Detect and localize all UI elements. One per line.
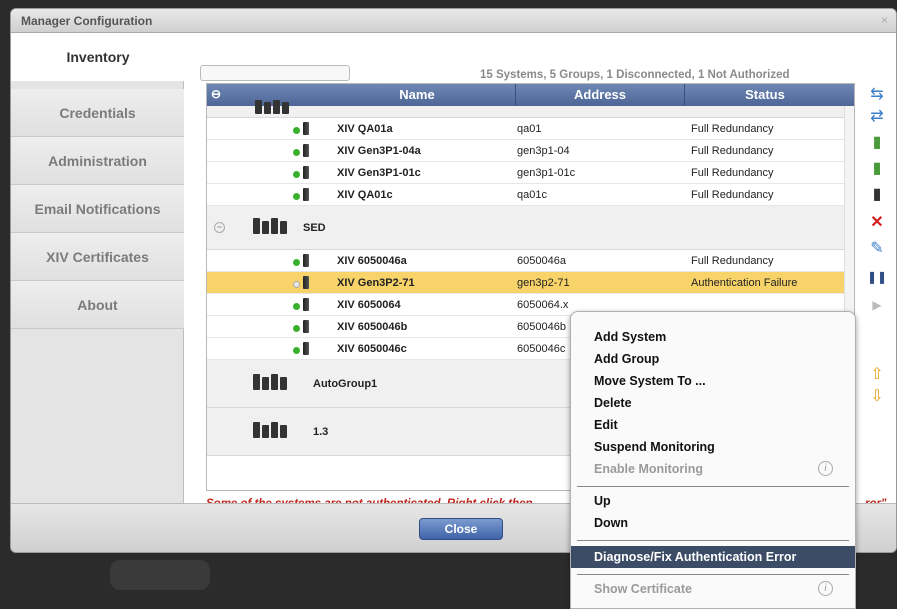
info-icon: i <box>818 581 833 596</box>
group-label: SED <box>303 222 326 234</box>
group-rack-icon <box>253 374 289 390</box>
play-icon: ▶ <box>872 298 882 312</box>
pause-icon[interactable]: ❚❚ <box>866 267 888 287</box>
system-icon <box>303 144 309 157</box>
side-toolbar: ⇆ ⇄ ▮ ▮ ▮ ✕ ✎ ❚❚ ▶ ⇧ ⇩ <box>860 85 894 425</box>
tab-administration[interactable]: Administration <box>11 137 184 185</box>
menu-item-up[interactable]: Up <box>571 490 855 512</box>
system-icon <box>303 254 309 267</box>
group-row-sed[interactable]: − SED <box>207 206 854 250</box>
import-icon[interactable]: ⇆ <box>866 85 888 105</box>
system-icon <box>303 188 309 201</box>
menu-item-suspend-monitoring[interactable]: Suspend Monitoring <box>571 436 855 458</box>
menu-item-add-system[interactable]: Add System <box>571 326 855 348</box>
collapse-all-icon[interactable]: ⊖ <box>211 87 221 101</box>
filter-input[interactable] <box>200 65 350 81</box>
menu-item-add-group[interactable]: Add Group <box>571 348 855 370</box>
status-dot-icon <box>293 259 300 266</box>
tab-inventory[interactable]: Inventory <box>11 33 185 81</box>
column-header-name[interactable]: Name <box>327 87 507 102</box>
status-dot-icon <box>293 127 300 134</box>
status-dot-icon <box>293 347 300 354</box>
menu-item-move-system-to[interactable]: Move System To ... <box>571 370 855 392</box>
column-header-status[interactable]: Status <box>685 87 845 102</box>
tab-xiv-certificates[interactable]: XIV Certificates <box>11 233 184 281</box>
delete-icon[interactable]: ✕ <box>866 213 888 233</box>
move-icon[interactable]: ▮ <box>866 185 888 205</box>
system-icon <box>303 122 309 135</box>
title-bar: Manager Configuration × <box>11 9 896 33</box>
menu-item-down[interactable]: Down <box>571 512 855 534</box>
table-row[interactable]: XIV QA01c qa01c Full Redundancy <box>207 184 854 206</box>
menu-item-diagnose-fix-auth-error[interactable]: Diagnose/Fix Authentication Error <box>571 546 855 568</box>
column-header-address[interactable]: Address <box>516 87 684 102</box>
group-rack-icon <box>253 218 289 234</box>
menu-item-edit[interactable]: Edit <box>571 414 855 436</box>
background-shape <box>110 560 210 590</box>
system-icon <box>303 166 309 179</box>
status-dot-icon <box>293 281 300 288</box>
status-dot-icon <box>293 149 300 156</box>
status-dot-icon <box>293 171 300 178</box>
status-dot-icon <box>293 303 300 310</box>
menu-separator <box>577 574 849 575</box>
system-icon <box>303 320 309 333</box>
status-dot-icon <box>293 193 300 200</box>
edit-icon[interactable]: ✎ <box>866 239 888 259</box>
table-row[interactable]: XIV QA01a qa01 Full Redundancy <box>207 118 854 140</box>
close-window-icon[interactable]: × <box>881 13 888 27</box>
down-arrow-icon[interactable]: ⇩ <box>866 387 888 407</box>
collapse-group-icon[interactable]: − <box>214 222 225 233</box>
group-rack-icon <box>253 422 289 438</box>
add-group-icon[interactable]: ▮ <box>866 159 888 179</box>
table-header: ⊖ Name Address Status <box>207 84 854 106</box>
system-icon <box>303 342 309 355</box>
group-label: 1.3 <box>313 426 329 438</box>
inventory-summary: 15 Systems, 5 Groups, 1 Disconnected, 1 … <box>480 69 790 81</box>
system-icon <box>303 276 309 289</box>
tab-credentials[interactable]: Credentials <box>11 89 184 137</box>
menu-item-delete[interactable]: Delete <box>571 392 855 414</box>
context-menu: Add System Add Group Move System To ... … <box>570 311 856 609</box>
tab-about[interactable]: About <box>11 281 184 329</box>
group-rack-icon <box>255 98 291 114</box>
table-row[interactable]: XIV Gen3P1-04a gen3p1-04 Full Redundancy <box>207 140 854 162</box>
add-system-icon[interactable]: ▮ <box>866 133 888 153</box>
window-title: Manager Configuration <box>21 14 153 28</box>
menu-separator <box>577 486 849 487</box>
up-arrow-icon[interactable]: ⇧ <box>866 365 888 385</box>
status-dot-icon <box>293 325 300 332</box>
group-row-partial[interactable] <box>207 100 854 118</box>
group-label: AutoGroup1 <box>313 378 378 390</box>
menu-separator <box>577 540 849 541</box>
table-row[interactable]: XIV Gen3P1-01c gen3p1-01c Full Redundanc… <box>207 162 854 184</box>
menu-item-enable-monitoring: Enable Monitoring i <box>571 458 855 480</box>
table-row[interactable]: XIV 6050046a 6050046a Full Redundancy <box>207 250 854 272</box>
tab-list: Inventory Credentials Administration Ema… <box>11 33 185 503</box>
info-icon: i <box>818 461 833 476</box>
menu-item-show-certificate: Show Certificate i <box>571 578 855 600</box>
close-button[interactable]: Close <box>419 518 503 540</box>
system-icon <box>303 298 309 311</box>
table-row-selected[interactable]: XIV Gen3P2-71 gen3p2-71 Authentication F… <box>207 272 854 294</box>
export-icon[interactable]: ⇄ <box>866 107 888 127</box>
tab-email-notifications[interactable]: Email Notifications <box>11 185 184 233</box>
